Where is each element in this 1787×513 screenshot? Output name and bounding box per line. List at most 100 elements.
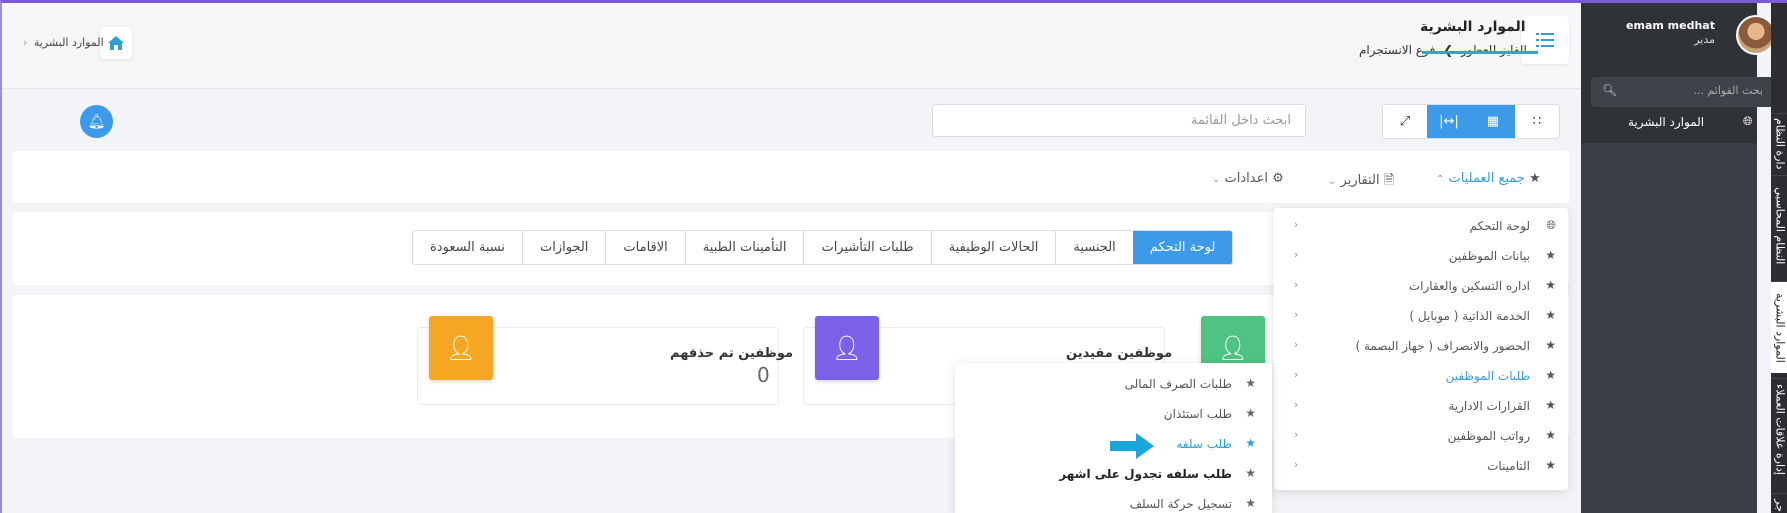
operations-dropdown: 🌐︎ لوحة التحكم ‹ ★ بيانات الموظفين ‹ ★ اداره … bbox=[1274, 208, 1568, 490]
tab-visa-requests[interactable]: طلبات التأشيرات bbox=[803, 231, 930, 264]
star-icon: ★ bbox=[1545, 308, 1556, 322]
submenu-item-payment-requests[interactable]: ★ طلبات الصرف المالى bbox=[955, 369, 1272, 399]
chevron-left-icon: ‹ bbox=[1294, 278, 1299, 291]
globe-icon: 🌐︎ bbox=[1743, 114, 1753, 128]
menu-list-button[interactable] bbox=[1521, 16, 1569, 64]
vtab-more[interactable]: جر bbox=[1771, 493, 1787, 513]
list-icon bbox=[1536, 33, 1554, 47]
chevron-down-icon: ⌄ bbox=[1212, 174, 1221, 185]
star-icon: ★ bbox=[1545, 368, 1556, 382]
tab-job-status[interactable]: الحالات الوظيفية bbox=[930, 231, 1056, 264]
menu-item-dashboard[interactable]: 🌐︎ لوحة التحكم ‹ bbox=[1274, 211, 1568, 241]
view-options-group: ⤢ |↔| ▦ ∷ bbox=[1382, 104, 1560, 139]
nav-reports[interactable]: 🗎 التقارير ⌄ bbox=[1328, 171, 1394, 193]
vtab-accounting[interactable]: النظام المحاسبي bbox=[1771, 175, 1787, 275]
list-search-input[interactable]: ابحث داخل القائمة bbox=[932, 104, 1306, 137]
vtab-hr[interactable]: الموارد البشرية bbox=[1771, 281, 1787, 373]
globe-icon: 🌐︎ bbox=[1546, 218, 1556, 232]
star-icon: ★ bbox=[1545, 428, 1556, 442]
tab-residencies[interactable]: الاقامات bbox=[605, 231, 684, 264]
tiles-icon: ∷ bbox=[1532, 114, 1542, 129]
star-icon: ★ bbox=[1545, 248, 1556, 262]
chevron-left-icon: ‹ bbox=[1294, 338, 1299, 351]
menu-item-salaries[interactable]: ★ رواتب الموظفين ‹ bbox=[1274, 421, 1568, 451]
nav-reports-label: التقارير bbox=[1340, 173, 1380, 188]
page-title: الموارد البشرية bbox=[1420, 19, 1526, 35]
star-icon: ★ bbox=[1245, 406, 1256, 420]
nav-all-operations-label: جميع العمليات bbox=[1448, 171, 1525, 186]
submenu-item-advance-movement[interactable]: ★ تسجيل حركة السلف bbox=[955, 489, 1272, 513]
tab-dashboard[interactable]: لوحة التحكم bbox=[1132, 231, 1233, 264]
collapse-button[interactable]: ⤢ bbox=[1383, 105, 1427, 138]
stat-registered-icon: 👤︎ bbox=[815, 316, 879, 380]
breadcrumb-branch[interactable]: فرع الانستجرام bbox=[1359, 43, 1435, 57]
section-tabs: لوحة التحكم الجنسية الحالات الوظيفية طلب… bbox=[412, 230, 1234, 265]
star-icon: ★ bbox=[1245, 466, 1256, 480]
menu-item-insurance[interactable]: ★ التامينات ‹ bbox=[1274, 451, 1568, 481]
star-icon: ★ bbox=[1545, 278, 1556, 292]
chevron-left-icon: ‹ bbox=[1294, 428, 1299, 441]
chevron-icon: ‹ bbox=[23, 36, 28, 49]
star-icon: ★ bbox=[1545, 398, 1556, 412]
chevron-left-icon: ‹ bbox=[1294, 218, 1299, 231]
star-icon: ★ bbox=[1545, 458, 1556, 472]
avatar[interactable] bbox=[1736, 15, 1776, 55]
stat-deleted-icon: 👤︎ bbox=[429, 316, 493, 380]
star-icon: ★ bbox=[1545, 338, 1556, 352]
left-breadcrumb: الموارد البشرية ‹ bbox=[20, 36, 104, 49]
star-icon: ★ bbox=[1528, 171, 1541, 186]
user-icon: 👤︎ bbox=[831, 334, 863, 362]
sidebar-item-hr[interactable]: الموارد البشرية bbox=[1628, 115, 1704, 129]
tab-nationality[interactable]: الجنسية bbox=[1055, 231, 1132, 264]
nav-settings-label: اعدادات bbox=[1224, 171, 1268, 186]
menu-item-admin-decisions[interactable]: ★ القرارات الادارية ‹ bbox=[1274, 391, 1568, 421]
submenu-item-permission-request[interactable]: ★ طلب استئذان bbox=[955, 399, 1272, 429]
chevron-left-icon: ‹ bbox=[1294, 248, 1299, 261]
search-icon: 🔍︎ bbox=[1602, 83, 1618, 97]
vtab-system-admin[interactable]: دارة النظام bbox=[1771, 113, 1787, 173]
user-name: emam medhat bbox=[1626, 19, 1715, 32]
menu-item-self-service[interactable]: ★ الخدمة الذاتية ( موبايل ) ‹ bbox=[1274, 301, 1568, 331]
star-icon: ★ bbox=[1245, 496, 1256, 510]
tab-medical-insurance[interactable]: التأمينات الطبية bbox=[684, 231, 804, 264]
breadcrumb-company[interactable]: الفايز للعطور bbox=[1461, 43, 1527, 57]
bell-icon: 🔔︎ bbox=[87, 113, 106, 130]
collapse-icon: ⤢ bbox=[1399, 114, 1411, 129]
home-icon bbox=[108, 36, 124, 50]
vtab-crm[interactable]: إدارة علاقات العملاء bbox=[1771, 378, 1787, 480]
expand-width-icon: |↔| bbox=[1439, 114, 1459, 129]
notification-bell-button[interactable]: 🔔︎ bbox=[80, 105, 113, 138]
grid-view-button[interactable]: ▦ bbox=[1471, 105, 1515, 138]
chevron-down-icon: ⌄ bbox=[1328, 176, 1337, 187]
stat-registered-title: موظفين مقيدين bbox=[1066, 346, 1173, 361]
chevron-left-icon: ❯ bbox=[1443, 43, 1454, 57]
menu-item-attendance[interactable]: ★ الحضور والانصراف ( جهاز البصمة ) ‹ bbox=[1274, 331, 1568, 361]
stat-deleted-value: 0 bbox=[757, 363, 770, 387]
submenu-item-scheduled-advance[interactable]: ★ طلب سلفه تجدول على اشهر bbox=[955, 459, 1272, 489]
top-header bbox=[2, 3, 1581, 89]
star-icon: ★ bbox=[1245, 436, 1256, 450]
tab-saudization[interactable]: نسبة السعودة bbox=[413, 231, 522, 264]
user-icon: 👤︎ bbox=[1217, 334, 1249, 362]
active-nav-underline bbox=[1422, 51, 1538, 54]
chevron-up-icon: ⌃ bbox=[1436, 174, 1445, 185]
menu-item-employee-data[interactable]: ★ بيانات الموظفين ‹ bbox=[1274, 241, 1568, 271]
menu-item-employee-requests[interactable]: ★ طلبات الموظفين ‹ bbox=[1274, 361, 1568, 391]
home-button[interactable] bbox=[100, 27, 132, 59]
chevron-left-icon: ‹ bbox=[1294, 368, 1299, 381]
sidebar-search-input[interactable]: بحث القوائم ... bbox=[1591, 77, 1783, 107]
menu-item-housing[interactable]: ★ اداره التسكين والعقارات ‹ bbox=[1274, 271, 1568, 301]
pointer-arrow-icon bbox=[1110, 433, 1154, 459]
breadcrumb: الفايز للعطور ❯ فرع الانستجرام bbox=[1359, 43, 1527, 57]
user-icon: 👤︎ bbox=[445, 334, 477, 362]
star-icon: ★ bbox=[1245, 376, 1256, 390]
grid-icon: ▦ bbox=[1486, 114, 1500, 129]
document-icon: 🗎 bbox=[1383, 173, 1395, 188]
chevron-left-icon: ‹ bbox=[1294, 458, 1299, 471]
gear-icon: ⚙ bbox=[1272, 171, 1284, 186]
nav-settings[interactable]: ⚙ اعدادات ⌄ bbox=[1212, 171, 1284, 186]
nav-all-operations[interactable]: ★ جميع العمليات ⌃ bbox=[1436, 171, 1541, 186]
tab-passports[interactable]: الجوازات bbox=[522, 231, 605, 264]
tiles-view-button[interactable]: ∷ bbox=[1515, 105, 1559, 138]
expand-width-button[interactable]: |↔| bbox=[1427, 105, 1471, 138]
